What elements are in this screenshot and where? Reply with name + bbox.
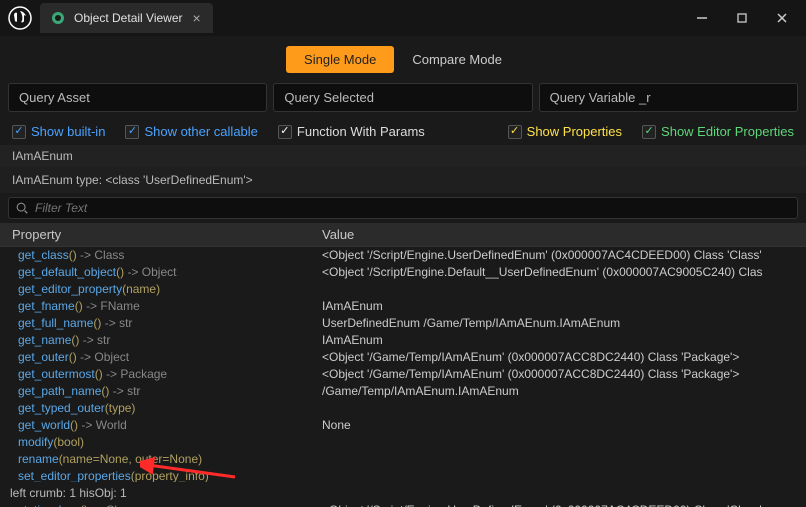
maximize-button[interactable] xyxy=(722,2,762,34)
show-editor-properties-check[interactable]: Show Editor Properties xyxy=(642,124,794,139)
table-row[interactable]: get_outermost() -> Package<Object '/Game… xyxy=(0,366,806,383)
table-row[interactable]: get_default_object() -> Object<Object '/… xyxy=(0,264,806,281)
object-type-bar: IAmAEnum type: <class 'UserDefinedEnum'> xyxy=(0,167,806,193)
show-callable-check[interactable]: Show other callable xyxy=(125,124,257,139)
query-selected-field[interactable]: Query Selected xyxy=(273,83,532,112)
table-row[interactable]: modify(bool) xyxy=(0,434,806,451)
table-row[interactable]: get_path_name() -> str/Game/Temp/IAmAEnu… xyxy=(0,383,806,400)
compare-mode-button[interactable]: Compare Mode xyxy=(394,46,520,73)
column-property[interactable]: Property xyxy=(12,227,322,242)
show-properties-check[interactable]: Show Properties xyxy=(508,124,622,139)
table-row[interactable]: get_typed_outer(type) xyxy=(0,400,806,417)
search-icon xyxy=(15,201,29,215)
table-row[interactable]: get_world() -> WorldNone xyxy=(0,417,806,434)
table-row[interactable]: get_class() -> Class<Object '/Script/Eng… xyxy=(0,247,806,264)
viewer-tab-icon xyxy=(50,10,66,26)
window-controls xyxy=(682,2,802,34)
table-row[interactable]: get_name() -> strIAmAEnum xyxy=(0,332,806,349)
filter-checks-row: Show built-in Show other callable Functi… xyxy=(0,120,806,145)
filter-input[interactable] xyxy=(35,201,791,215)
tab-title: Object Detail Viewer xyxy=(74,11,183,25)
query-variable-field[interactable]: Query Variable _r xyxy=(539,83,798,112)
table-row[interactable]: get_full_name() -> strUserDefinedEnum /G… xyxy=(0,315,806,332)
table-row[interactable]: get_outer() -> Object<Object '/Game/Temp… xyxy=(0,349,806,366)
query-asset-field[interactable]: Query Asset xyxy=(8,83,267,112)
minimize-button[interactable] xyxy=(682,2,722,34)
titlebar: Object Detail Viewer × xyxy=(0,0,806,36)
close-window-button[interactable] xyxy=(762,2,802,34)
filter-row[interactable] xyxy=(8,197,798,219)
table-row[interactable]: rename(name=None, outer=None) xyxy=(0,451,806,468)
column-value[interactable]: Value xyxy=(322,227,794,242)
table-row[interactable]: get_fname() -> FNameIAmAEnum xyxy=(0,298,806,315)
close-tab-icon[interactable]: × xyxy=(191,10,203,26)
property-table-body: get_class() -> Class<Object '/Script/Eng… xyxy=(0,247,806,507)
single-mode-button[interactable]: Single Mode xyxy=(286,46,394,73)
table-header: Property Value xyxy=(0,223,806,247)
function-params-check[interactable]: Function With Params xyxy=(278,124,425,139)
object-name-bar: IAmAEnum xyxy=(0,145,806,167)
show-builtin-check[interactable]: Show built-in xyxy=(12,124,105,139)
query-row: Query Asset Query Selected Query Variabl… xyxy=(0,83,806,120)
mode-toggle: Single Mode Compare Mode xyxy=(0,36,806,83)
window-tab[interactable]: Object Detail Viewer × xyxy=(40,3,213,33)
status-bar: left crumb: 1 hisObj: 1 xyxy=(0,482,806,504)
table-row[interactable]: get_editor_property(name) xyxy=(0,281,806,298)
unreal-logo-icon xyxy=(8,6,32,30)
